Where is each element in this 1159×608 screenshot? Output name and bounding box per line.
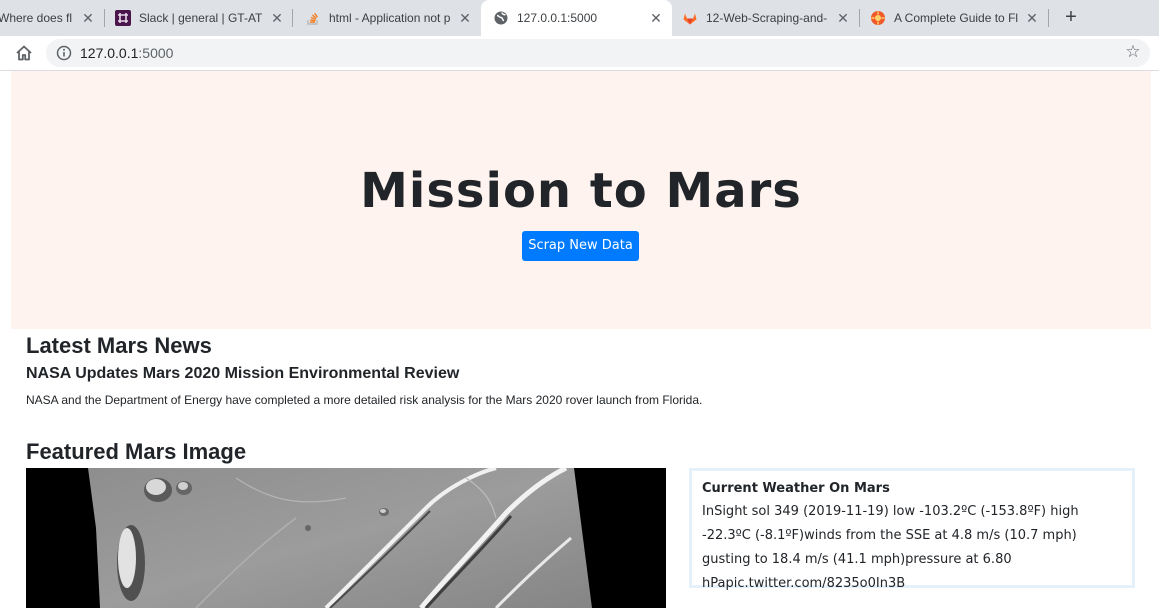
tab-where-does[interactable]: Where does fl ✕ — [0, 0, 102, 36]
address-bar[interactable]: 127.0.0.1:5000 ☆ — [46, 39, 1150, 67]
weather-text: InSight sol 349 (2019-11-19) low -103.2º… — [702, 504, 1079, 591]
news-title: NASA Updates Mars 2020 Mission Environme… — [26, 365, 460, 382]
tab-title: 12-Web-Scraping-and- — [706, 11, 828, 25]
scrape-button[interactable]: Scrap New Data — [522, 231, 639, 261]
tab-title: html - Application not p — [329, 11, 451, 25]
close-icon[interactable]: ✕ — [269, 10, 285, 26]
address-host: 127.0.0.1 — [80, 45, 139, 61]
new-tab-button[interactable]: + — [1060, 6, 1082, 28]
weather-heading: Current Weather On Mars — [702, 481, 890, 496]
page-title: Mission to Mars — [360, 163, 802, 219]
tab-title: A Complete Guide to Fl — [894, 11, 1018, 25]
globe-icon — [493, 10, 509, 26]
tab-title: 127.0.0.1:5000 — [517, 11, 598, 25]
address-text: 127.0.0.1:5000 — [80, 45, 173, 61]
info-icon[interactable] — [56, 45, 72, 61]
featured-image-heading: Featured Mars Image — [26, 439, 247, 464]
tab-localhost[interactable]: 127.0.0.1:5000 ✕ — [481, 0, 672, 36]
news-heading: Latest Mars News — [26, 333, 212, 358]
gitlab-icon — [682, 10, 698, 26]
tab-slack[interactable]: Slack | general | GT-ATL ✕ — [105, 0, 293, 36]
bookmark-star-icon[interactable]: ☆ — [1124, 43, 1142, 61]
tab-stackoverflow[interactable]: html - Application not p ✕ — [293, 0, 481, 36]
page-content: Mission to Mars Scrap New Data Latest Ma… — [0, 71, 1159, 608]
guide-icon — [870, 10, 886, 26]
tab-strip: Where does fl ✕ Slack | general | GT-ATL… — [0, 0, 1159, 36]
weather-card: Current Weather On Mars InSight sol 349 … — [689, 468, 1135, 591]
news-paragraph: NASA and the Department of Energy have c… — [26, 393, 703, 407]
close-icon[interactable]: ✕ — [1024, 10, 1040, 26]
featured-mars-image — [26, 468, 666, 608]
stackoverflow-icon — [305, 10, 321, 26]
slack-icon — [115, 10, 131, 26]
browser-toolbar: 127.0.0.1:5000 ☆ — [0, 36, 1159, 71]
home-icon[interactable] — [14, 43, 34, 63]
tab-title: Where does fl — [0, 11, 73, 25]
close-icon[interactable]: ✕ — [80, 10, 96, 26]
address-port: :5000 — [138, 45, 174, 61]
close-icon[interactable]: ✕ — [835, 10, 851, 26]
jumbotron: Mission to Mars Scrap New Data — [11, 71, 1151, 329]
close-icon[interactable]: ✕ — [648, 10, 664, 26]
tab-guide[interactable]: A Complete Guide to Fl ✕ — [860, 0, 1048, 36]
tab-separator — [1048, 9, 1049, 27]
tab-gitlab[interactable]: 12-Web-Scraping-and- ✕ — [672, 0, 859, 36]
tab-title: Slack | general | GT-ATL — [139, 11, 263, 25]
close-icon[interactable]: ✕ — [457, 10, 473, 26]
